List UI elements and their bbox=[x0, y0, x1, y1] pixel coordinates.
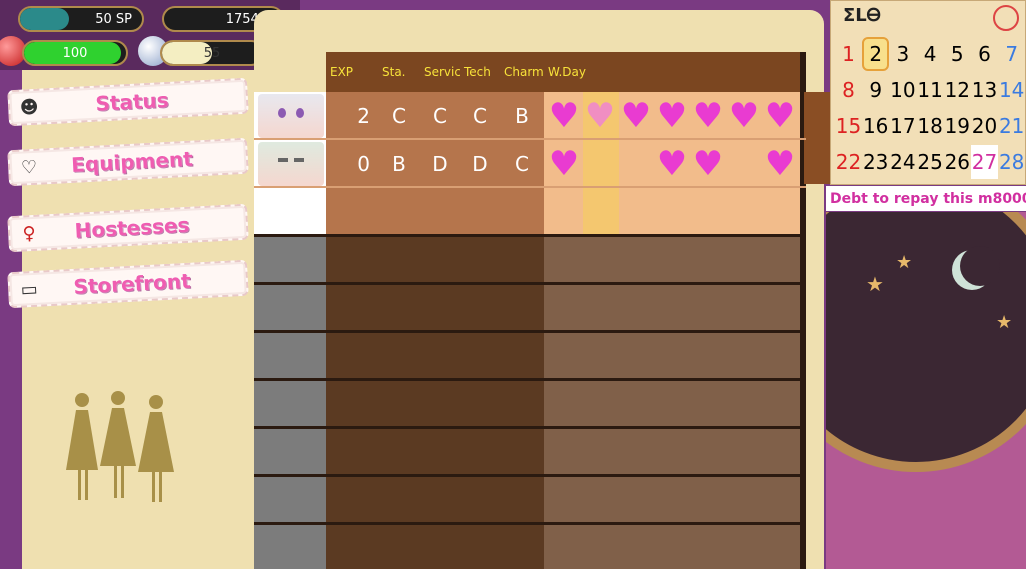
calendar-day: 25 bbox=[917, 150, 943, 174]
heart-icon[interactable]: ♥ bbox=[762, 144, 798, 184]
heart-icon[interactable]: ♥ bbox=[762, 96, 798, 136]
calendar-day: 24 bbox=[890, 150, 916, 174]
equipment-label: Equipment bbox=[70, 146, 194, 177]
heart-icon[interactable]: ♥ bbox=[726, 96, 762, 136]
divider bbox=[254, 234, 806, 237]
sp-fill bbox=[20, 8, 69, 30]
calendar-day: 7 bbox=[1005, 42, 1019, 66]
divider bbox=[254, 378, 806, 381]
header-tech: Tech bbox=[460, 52, 500, 92]
calendar-day: 19 bbox=[944, 114, 971, 138]
calendar-day: 16 bbox=[862, 114, 889, 138]
hp-bar: 100 bbox=[22, 40, 128, 66]
calendar-day: 6 bbox=[978, 42, 991, 66]
calendar-day: 4 bbox=[923, 42, 937, 66]
divider bbox=[254, 426, 806, 429]
row2-sta: B bbox=[392, 152, 406, 176]
scroll-handle[interactable] bbox=[804, 92, 830, 184]
calendar-day: 26 bbox=[944, 150, 971, 174]
calendar-day: 15 bbox=[835, 114, 862, 138]
divider bbox=[254, 522, 806, 525]
sp-value: 50 SP bbox=[95, 11, 132, 27]
header-exp: EXP bbox=[326, 52, 378, 92]
heart-icon[interactable]: ♥ bbox=[546, 96, 582, 136]
row1-sta: C bbox=[392, 104, 406, 128]
status-label: Status bbox=[94, 87, 170, 116]
debt-notice: Debt to repay this m8000x bbox=[826, 186, 1026, 211]
divider bbox=[254, 282, 806, 285]
mp-bar: 55 bbox=[160, 40, 264, 66]
seal-icon bbox=[993, 5, 1019, 31]
calendar-day: 17 bbox=[890, 114, 916, 138]
row2-exp: 0 bbox=[357, 152, 370, 176]
calendar-day: 12 bbox=[944, 78, 971, 102]
hp-value: 100 bbox=[62, 45, 88, 61]
row2-service: D bbox=[432, 152, 448, 176]
heart-icon[interactable]: ♥ bbox=[654, 96, 690, 136]
hostesses-icon: ♀ bbox=[22, 222, 37, 245]
hostess-2-portrait[interactable] bbox=[258, 142, 324, 186]
divider bbox=[254, 186, 806, 188]
calendar-day: 23 bbox=[862, 150, 889, 174]
hostess-silhouettes-icon bbox=[66, 391, 174, 502]
calendar-day: 14 bbox=[998, 78, 1025, 102]
mp-value: 55 bbox=[203, 45, 221, 61]
divider bbox=[254, 474, 806, 477]
empty-schedule bbox=[544, 236, 800, 569]
row1-exp: 2 bbox=[357, 104, 370, 128]
calendar-day: 13 bbox=[971, 78, 998, 102]
calendar-day: 5 bbox=[950, 42, 964, 66]
heart-icon[interactable]: ♥ bbox=[582, 96, 618, 136]
status-icon: ☻ bbox=[19, 96, 40, 119]
sp-bar: 50 SP bbox=[18, 6, 144, 32]
calendar: ΣLᎾ 1 2 3 4 5 6 7 8 9 10 11 12 13 14 15 16 17 18 19 20 21 22 2… bbox=[830, 0, 1026, 185]
heart-icon[interactable]: ♥ bbox=[690, 96, 726, 136]
heart-icon[interactable]: ♥ bbox=[654, 144, 690, 184]
storefront-icon: ▭ bbox=[20, 278, 39, 301]
row2-charm: C bbox=[515, 152, 529, 176]
header-sta: Sta. bbox=[378, 52, 420, 92]
storefront-label: Storefront bbox=[72, 268, 192, 299]
calendar-month: ΣLᎾ bbox=[843, 5, 881, 26]
calendar-day: 8 bbox=[842, 78, 855, 102]
equipment-icon: ♡ bbox=[20, 156, 38, 179]
heart-icon[interactable]: ♥ bbox=[618, 96, 654, 136]
calendar-day: 2 bbox=[862, 37, 890, 71]
header-wday: W.Day bbox=[544, 52, 806, 92]
hostesses-label: Hostesses bbox=[74, 212, 190, 243]
header-service: Service bbox=[420, 52, 468, 92]
calendar-day: 10 bbox=[890, 78, 916, 102]
moon-decoration: ★ ★ ★ bbox=[826, 212, 1026, 569]
heart-icon[interactable]: ♥ bbox=[690, 144, 726, 184]
calendar-day: 20 bbox=[971, 114, 998, 138]
empty-stats bbox=[326, 236, 544, 569]
calendar-day: 3 bbox=[896, 42, 910, 66]
heart-icon[interactable]: ♥ bbox=[546, 144, 582, 184]
star-icon: ★ bbox=[896, 252, 913, 273]
empty-portraits bbox=[254, 236, 326, 569]
divider bbox=[254, 330, 806, 333]
calendar-day: 22 bbox=[835, 150, 862, 174]
row1-charm: B bbox=[515, 104, 529, 128]
hostess-1-portrait[interactable] bbox=[258, 94, 324, 138]
calendar-day: 27 bbox=[971, 145, 998, 179]
calendar-day: 11 bbox=[917, 78, 943, 102]
header-spacer bbox=[254, 52, 326, 92]
row2-tech: D bbox=[472, 152, 488, 176]
row1-tech: C bbox=[473, 104, 487, 128]
divider bbox=[254, 138, 806, 140]
calendar-day: 21 bbox=[998, 114, 1025, 138]
star-icon: ★ bbox=[996, 312, 1013, 333]
calendar-day: 28 bbox=[998, 150, 1025, 174]
header-charm: Charm bbox=[500, 52, 544, 92]
calendar-day: 18 bbox=[917, 114, 943, 138]
calendar-day: 1 bbox=[842, 42, 855, 66]
star-icon: ★ bbox=[866, 272, 884, 296]
calendar-day: 9 bbox=[869, 78, 883, 102]
row1-service: C bbox=[433, 104, 447, 128]
